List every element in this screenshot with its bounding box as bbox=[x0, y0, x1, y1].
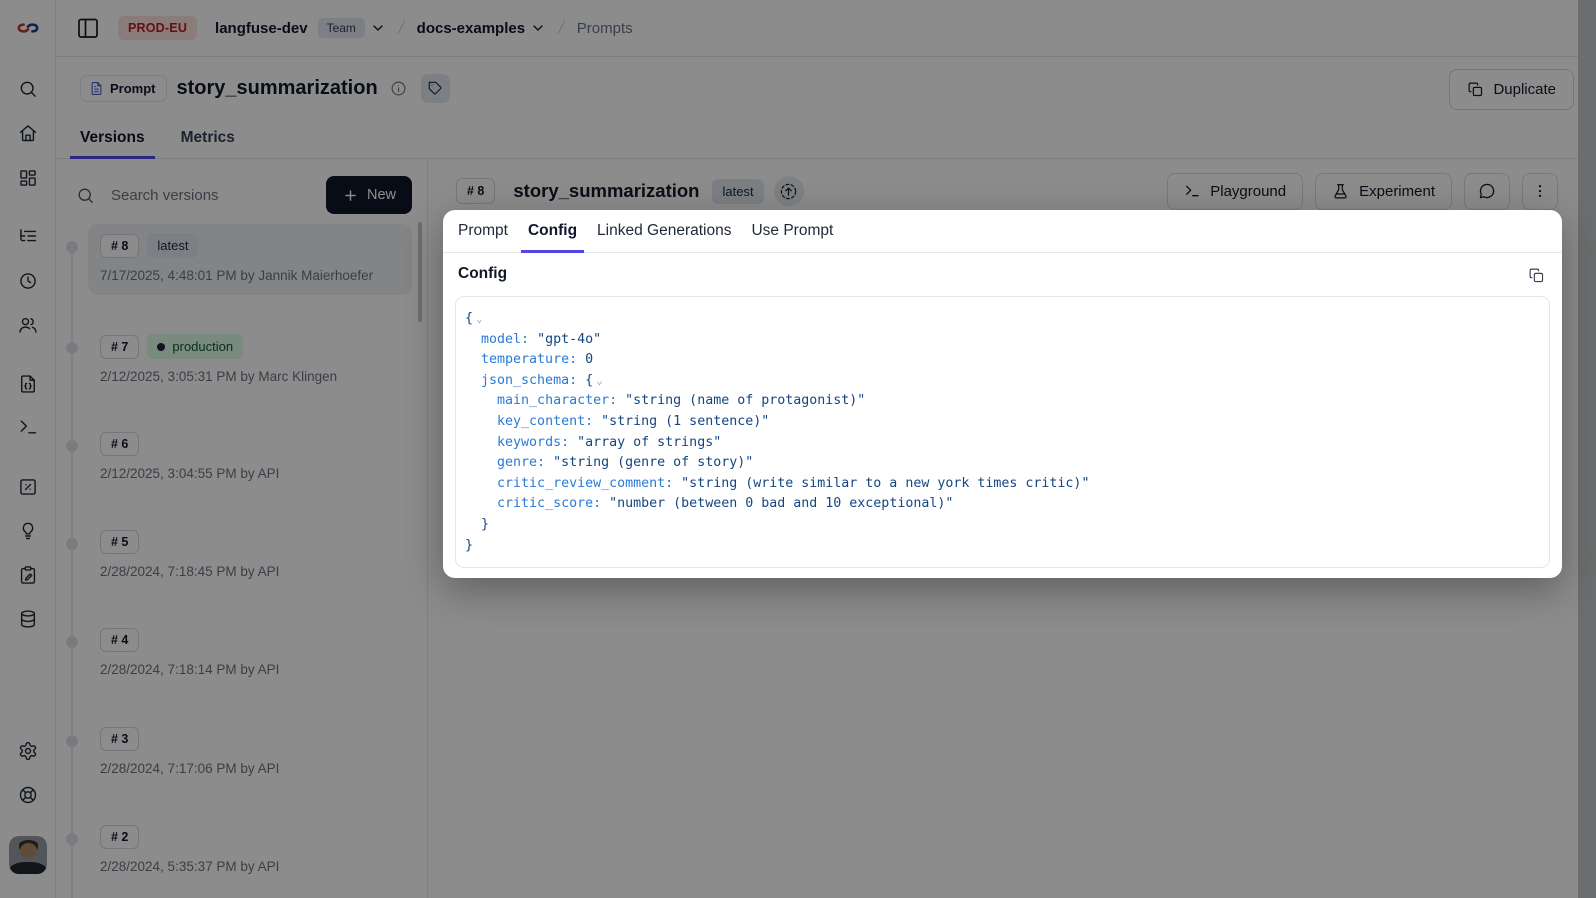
config-code-line: key_content: "string (1 sentence)" bbox=[465, 412, 1540, 433]
detail-tab-use-prompt[interactable]: Use Prompt bbox=[744, 210, 840, 252]
detail-tab-prompt[interactable]: Prompt bbox=[451, 210, 515, 252]
config-code-line: {⌄ bbox=[465, 309, 1540, 330]
config-code-line: critic_review_comment: "string (write si… bbox=[465, 474, 1540, 495]
collapse-chevron-icon[interactable]: ⌄ bbox=[476, 312, 483, 325]
config-code-line: keywords: "array of strings" bbox=[465, 433, 1540, 454]
detail-tab-linked-generations[interactable]: Linked Generations bbox=[590, 210, 738, 252]
copy-icon bbox=[1528, 267, 1545, 284]
detail-tabs: PromptConfigLinked GenerationsUse Prompt bbox=[443, 210, 1562, 253]
config-code-line: temperature: 0 bbox=[465, 350, 1540, 371]
config-code-line: } bbox=[465, 515, 1540, 536]
config-code-line: } bbox=[465, 536, 1540, 557]
detail-tab-config[interactable]: Config bbox=[521, 210, 584, 252]
copy-config-button[interactable] bbox=[1523, 262, 1549, 288]
config-section-header: Config bbox=[443, 253, 1562, 295]
collapse-chevron-icon[interactable]: ⌄ bbox=[596, 374, 603, 387]
config-code-line: critic_score: "number (between 0 bad and… bbox=[465, 494, 1540, 515]
config-code-line: main_character: "string (name of protago… bbox=[465, 391, 1540, 412]
config-section-title: Config bbox=[458, 265, 507, 283]
config-code-line: genre: "string (genre of story)" bbox=[465, 453, 1540, 474]
config-code-line: json_schema: {⌄ bbox=[465, 371, 1540, 392]
config-json-viewer: {⌄ model: "gpt-4o" temperature: 0 json_s… bbox=[455, 296, 1550, 568]
config-code-line: model: "gpt-4o" bbox=[465, 330, 1540, 351]
prompt-detail-card: PromptConfigLinked GenerationsUse Prompt… bbox=[443, 210, 1562, 578]
